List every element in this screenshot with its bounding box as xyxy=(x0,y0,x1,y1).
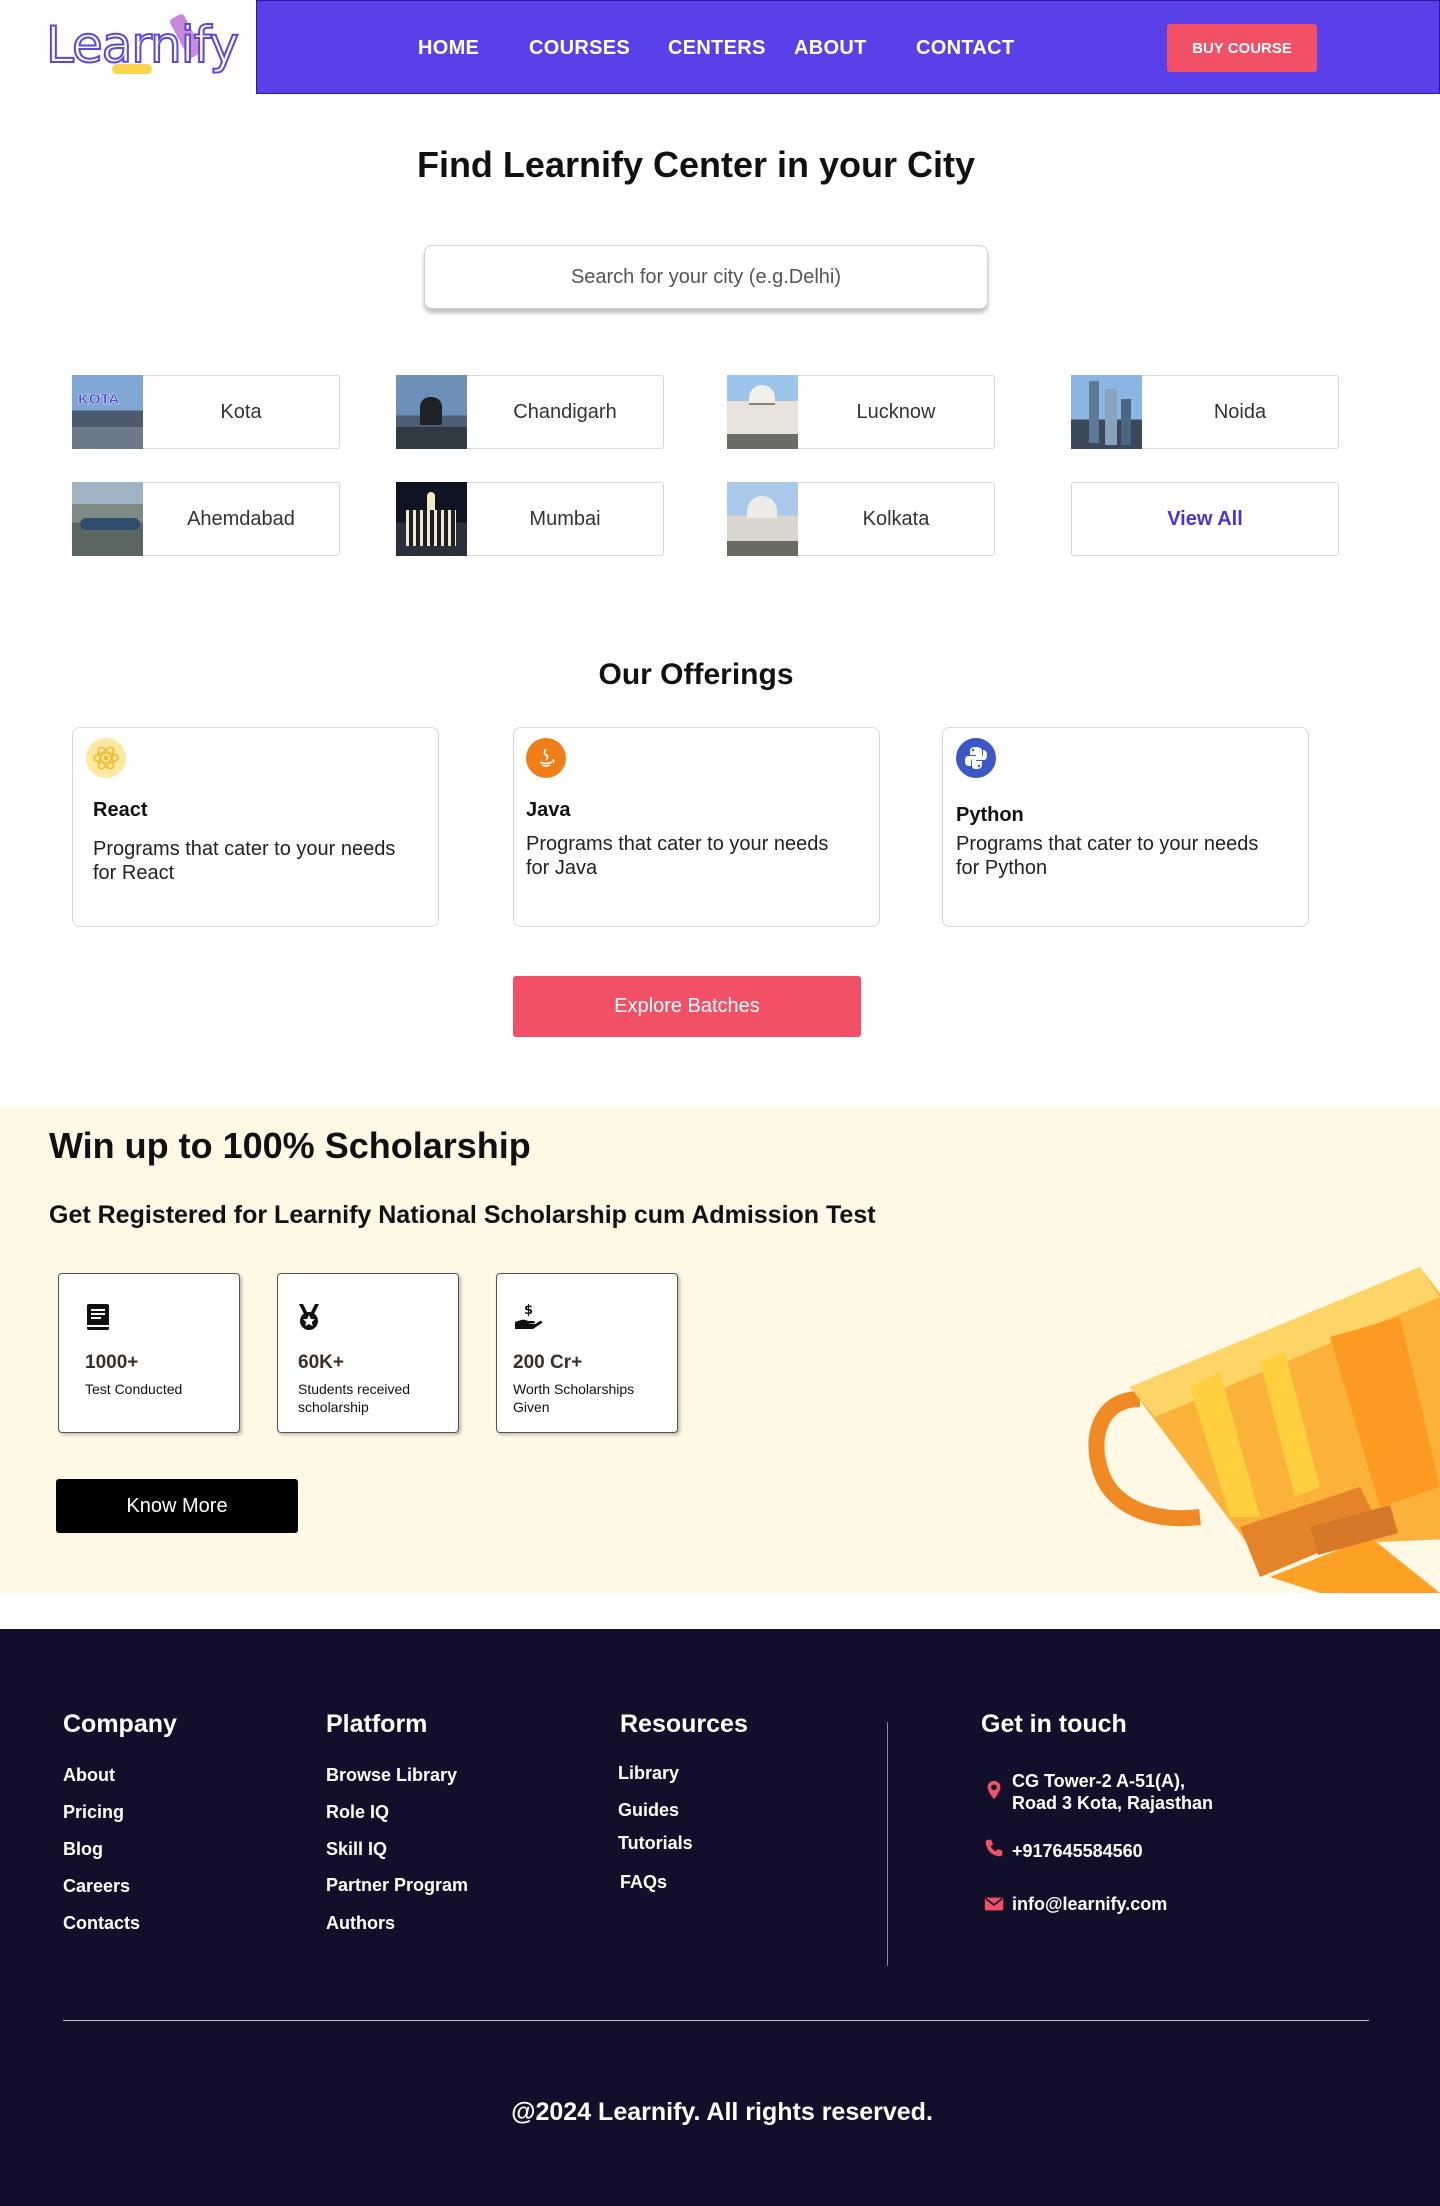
city-card-ahemdabad[interactable]: Ahemdabad xyxy=(72,482,340,556)
footer-link-careers[interactable]: Careers xyxy=(63,1876,130,1897)
footer-link-skill-iq[interactable]: Skill IQ xyxy=(326,1839,387,1860)
phone-icon xyxy=(985,1839,1003,1857)
stat-card-worth: $ 200 Cr+ Worth Scholarships Given xyxy=(496,1273,678,1433)
nav-contact[interactable]: CONTACT xyxy=(916,37,1014,60)
logo[interactable]: Learnify xyxy=(0,0,256,94)
offering-description: Programs that cater to your needs for Ja… xyxy=(526,833,829,879)
footer-link-about[interactable]: About xyxy=(63,1765,115,1786)
offering-description: Programs that cater to your needs for Py… xyxy=(956,833,1259,879)
city-label: Chandigarh xyxy=(513,400,617,423)
navbar: HOME COURSES CENTERS ABOUT CONTACT BUY C… xyxy=(256,0,1440,94)
address-line-2: Road 3 Kota, Rajasthan xyxy=(1012,1793,1214,1813)
stat-label: Students received scholarship xyxy=(298,1381,411,1415)
footer-phone[interactable]: +917645584560 xyxy=(1012,1840,1143,1862)
footer-company-heading: Company xyxy=(63,1710,177,1738)
book-icon xyxy=(87,1304,109,1330)
footer-email[interactable]: info@learnify.com xyxy=(1012,1893,1167,1915)
chandigarh-image xyxy=(396,375,467,449)
mumbai-image xyxy=(396,482,467,556)
city-card-kolkata[interactable]: Kolkata xyxy=(727,482,995,556)
noida-image xyxy=(1071,375,1142,449)
footer-address: CG Tower-2 A-51(A), Road 3 Kota, Rajasth… xyxy=(1012,1770,1213,1814)
location-pin-icon xyxy=(987,1780,1001,1800)
site-footer: Company About Pricing Blog Careers Conta… xyxy=(0,1629,1440,2206)
offering-title: React xyxy=(93,799,148,821)
mail-icon xyxy=(984,1897,1004,1911)
footer-link-faqs[interactable]: FAQs xyxy=(620,1872,667,1893)
stat-card-tests: 1000+ Test Conducted xyxy=(58,1273,240,1433)
city-label: Mumbai xyxy=(529,507,601,530)
city-card-noida[interactable]: Noida xyxy=(1071,375,1339,449)
city-label: Noida xyxy=(1213,400,1267,423)
centers-title: Find Learnify Center in your City xyxy=(416,144,976,185)
scholarship-section: Win up to 100% Scholarship Get Registere… xyxy=(0,1107,1440,1593)
footer-link-pricing[interactable]: Pricing xyxy=(63,1802,124,1823)
react-icon xyxy=(86,738,126,778)
nav-home[interactable]: HOME xyxy=(418,37,479,60)
stat-label: Test Conducted xyxy=(85,1381,183,1397)
footer-resources-heading: Resources xyxy=(620,1710,748,1738)
stat-value: 1000+ xyxy=(85,1352,139,1373)
stat-value: 200 Cr+ xyxy=(513,1352,583,1373)
nav-centers[interactable]: CENTERS xyxy=(668,37,766,60)
kota-image-text: KOTA xyxy=(78,391,120,409)
python-icon xyxy=(956,738,996,778)
offering-card-python[interactable]: Python Programs that cater to your needs… xyxy=(942,727,1309,927)
footer-link-contacts[interactable]: Contacts xyxy=(63,1913,140,1934)
city-label: Kota xyxy=(220,400,262,423)
scholarship-subtitle: Get Registered for Learnify National Sch… xyxy=(49,1201,876,1229)
nav-about[interactable]: ABOUT xyxy=(794,37,867,60)
footer-link-browse-library[interactable]: Browse Library xyxy=(326,1765,457,1786)
city-card-kota[interactable]: KOTA Kota xyxy=(72,375,340,449)
footer-platform-heading: Platform xyxy=(326,1710,428,1738)
svg-text:$: $ xyxy=(524,1303,533,1318)
java-icon xyxy=(526,738,566,778)
stat-value: 60K+ xyxy=(298,1352,344,1373)
nav-courses[interactable]: COURSES xyxy=(529,37,630,60)
city-card-mumbai[interactable]: Mumbai xyxy=(396,482,664,556)
city-card-chandigarh[interactable]: Chandigarh xyxy=(396,375,664,449)
footer-horizontal-divider xyxy=(63,2020,1369,2021)
explore-batches-button[interactable]: Explore Batches xyxy=(513,976,861,1037)
scholarship-title: Win up to 100% Scholarship xyxy=(49,1125,531,1166)
logo-text: Learnify xyxy=(45,15,240,75)
footer-link-blog[interactable]: Blog xyxy=(63,1839,103,1860)
footer-contact-heading: Get in touch xyxy=(981,1710,1127,1738)
offering-card-react[interactable]: React Programs that cater to your needs … xyxy=(72,727,439,927)
kota-image: KOTA xyxy=(72,375,143,449)
address-line-1: CG Tower-2 A-51(A), xyxy=(1012,1771,1186,1791)
footer-link-partner-program[interactable]: Partner Program xyxy=(326,1875,468,1896)
footer-link-guides[interactable]: Guides xyxy=(618,1800,679,1821)
city-label: Lucknow xyxy=(856,400,936,423)
buy-course-button[interactable]: BUY COURSE xyxy=(1167,24,1317,72)
copyright-text: @2024 Learnify. All rights reserved. xyxy=(511,2098,933,2126)
footer-link-library[interactable]: Library xyxy=(618,1763,679,1784)
city-label: Ahemdabad xyxy=(187,507,295,530)
kolkata-image xyxy=(727,482,798,556)
footer-link-role-iq[interactable]: Role IQ xyxy=(326,1802,389,1823)
trophy-icon xyxy=(1088,1267,1440,1593)
city-label: Kolkata xyxy=(862,507,930,530)
footer-link-authors[interactable]: Authors xyxy=(326,1913,395,1934)
medal-icon xyxy=(299,1304,319,1330)
offerings-title: Our Offerings xyxy=(598,658,794,691)
view-all-cities-button[interactable]: View All xyxy=(1071,482,1339,556)
know-more-button[interactable]: Know More xyxy=(56,1479,298,1533)
offering-title: Python xyxy=(956,804,1024,826)
city-card-lucknow[interactable]: Lucknow xyxy=(727,375,995,449)
offering-description: Programs that cater to your needs for Re… xyxy=(93,838,396,884)
offering-title: Java xyxy=(526,799,571,821)
ahemdabad-image xyxy=(72,482,143,556)
lucknow-image xyxy=(727,375,798,449)
footer-link-tutorials[interactable]: Tutorials xyxy=(618,1833,693,1854)
stat-label: Worth Scholarships Given xyxy=(513,1381,635,1415)
footer-vertical-divider xyxy=(887,1722,888,1966)
city-search-input[interactable] xyxy=(424,245,988,309)
stat-card-students: 60K+ Students received scholarship xyxy=(277,1273,459,1433)
hand-money-icon: $ xyxy=(515,1303,542,1329)
offering-card-java[interactable]: Java Programs that cater to your needs f… xyxy=(513,727,880,927)
site-header: Learnify HOME COURSES CENTERS ABOUT CONT… xyxy=(0,0,1440,94)
